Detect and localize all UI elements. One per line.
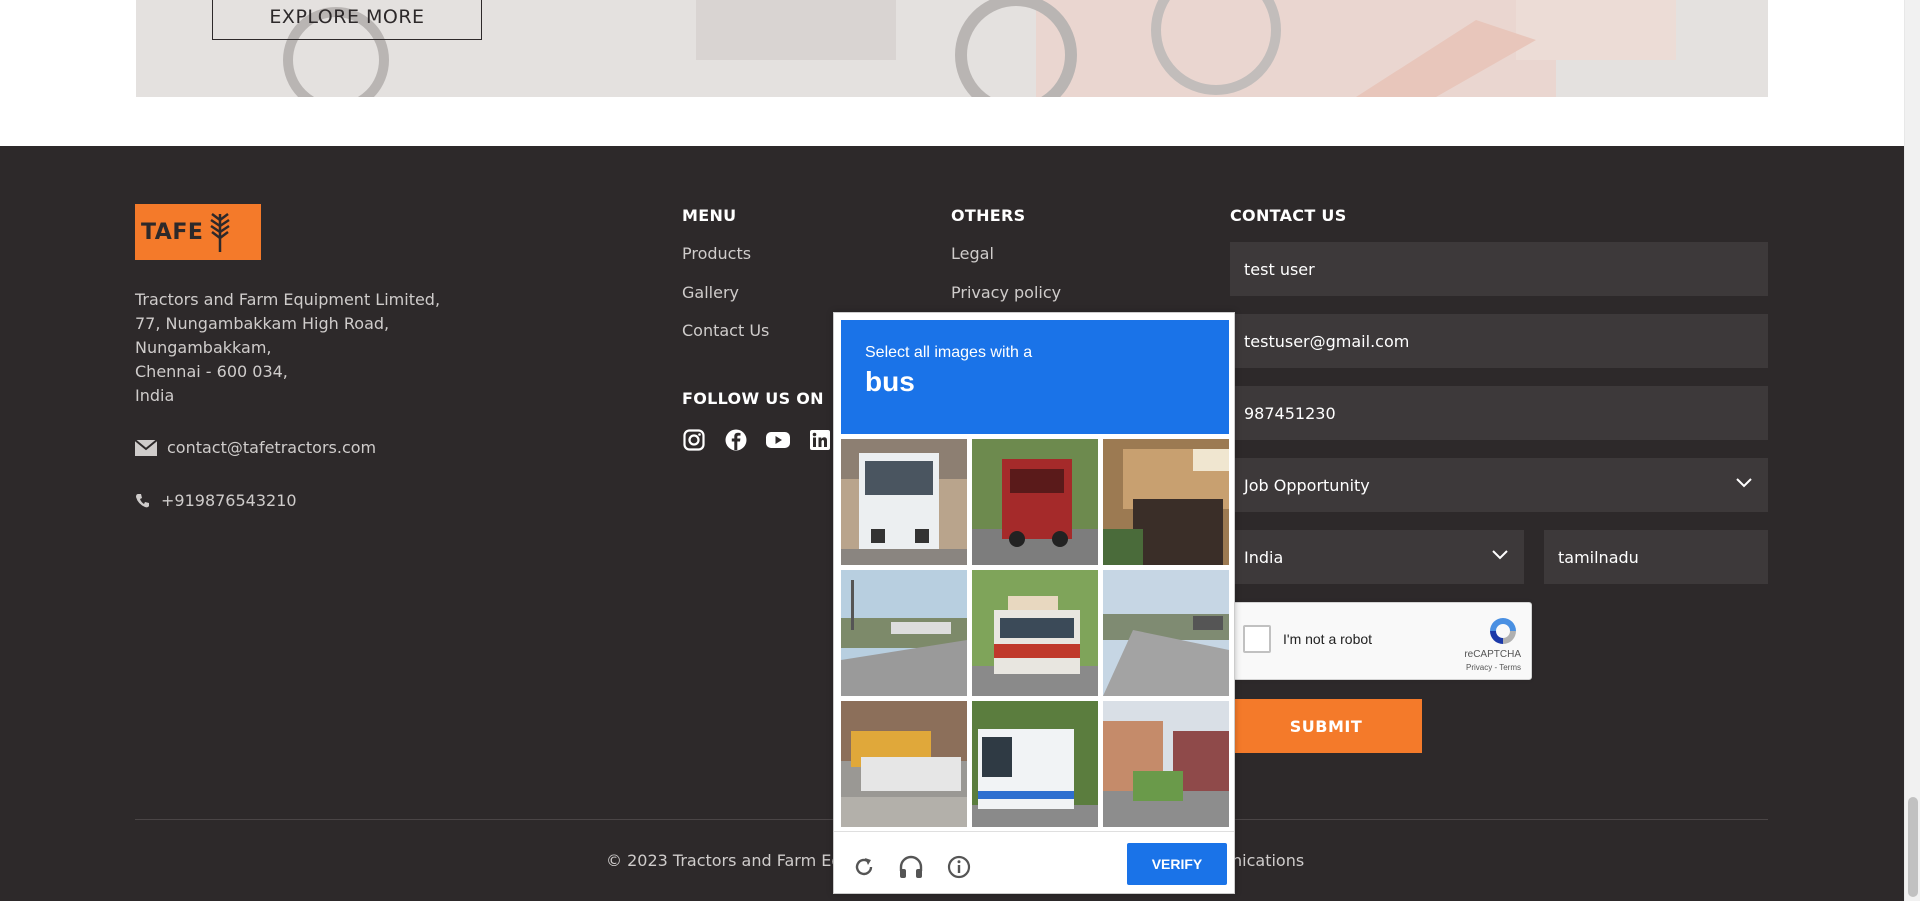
captcha-tile[interactable] [1103,701,1229,827]
address-line: Tractors and Farm Equipment Limited, [135,290,441,309]
name-field-value: test user [1244,259,1315,279]
tafe-logo[interactable]: TAFE [135,204,261,260]
chevron-down-icon [1492,550,1508,560]
state-field[interactable]: tamilnadu [1544,530,1768,584]
recaptcha-logo-icon [1490,618,1516,644]
copyright-text: © 2023 Tractors and Farm Equ [606,851,852,870]
scrollbar-thumb[interactable] [1908,797,1918,897]
email-field[interactable]: testuser@gmail.com [1230,314,1768,368]
recaptcha-label: I'm not a robot [1283,631,1373,647]
captcha-tile[interactable] [1103,570,1229,696]
address-line: India [135,386,175,405]
email-field-value: testuser@gmail.com [1244,331,1410,351]
name-field[interactable]: test user [1230,242,1768,296]
others-link-privacy[interactable]: Privacy policy [951,283,1061,302]
phone-contact[interactable]: +919876543210 [135,491,297,510]
explore-more-button[interactable]: EXPLORE MORE [212,0,482,40]
page-scrollbar[interactable] [1904,0,1920,901]
mail-icon [135,439,157,456]
phone-field-value: 987451230 [1244,403,1336,423]
country-select[interactable]: India [1230,530,1524,584]
others-heading: OTHERS [951,206,1026,225]
captcha-instruction: Select all images with a [865,344,1033,361]
captcha-challenge: Select all images with a bus VERIFY [833,312,1235,894]
verify-button[interactable]: VERIFY [1127,843,1227,885]
submit-button[interactable]: SUBMIT [1230,699,1422,753]
menu-link-contact[interactable]: Contact Us [682,321,769,340]
captcha-tile[interactable] [841,570,967,696]
phone-icon [136,493,149,507]
captcha-footer-divider [834,831,1234,832]
audio-icon[interactable] [897,853,925,881]
address-line: Chennai - 600 034, [135,362,288,381]
country-select-value: India [1244,547,1284,567]
captcha-image-grid [841,439,1229,827]
captcha-tile[interactable] [972,570,1098,696]
state-field-value: tamilnadu [1558,547,1639,567]
chevron-down-icon [1736,478,1752,488]
youtube-icon[interactable] [766,428,790,452]
address-line: Nungambakkam, [135,338,272,357]
linkedin-icon[interactable] [808,428,832,452]
reload-icon[interactable] [850,853,878,881]
recaptcha-brand: reCAPTCHA [1464,649,1521,660]
recaptcha-terms[interactable]: Privacy - Terms [1466,663,1521,672]
captcha-header: Select all images with a bus [841,320,1229,434]
phone-field[interactable]: 987451230 [1230,386,1768,440]
hero-banner: EXPLORE MORE [136,0,1768,97]
recaptcha-widget: I'm not a robot reCAPTCHA Privacy - Term… [1230,602,1532,680]
info-icon[interactable] [945,853,973,881]
phone-link[interactable]: +919876543210 [161,491,297,510]
enquiry-select[interactable]: Job Opportunity [1230,458,1768,512]
enquiry-select-value: Job Opportunity [1244,475,1370,495]
captcha-tile[interactable] [972,701,1098,827]
others-link-legal[interactable]: Legal [951,244,994,263]
email-link[interactable]: contact@tafetractors.com [167,438,376,457]
email-contact[interactable]: contact@tafetractors.com [135,438,376,457]
captcha-tile[interactable] [841,439,967,565]
facebook-icon[interactable] [724,428,748,452]
captcha-tile[interactable] [1103,439,1229,565]
address-line: 77, Nungambakkam High Road, [135,314,390,333]
captcha-tile[interactable] [972,439,1098,565]
follow-heading: FOLLOW US ON [682,389,824,408]
captcha-tile[interactable] [841,701,967,827]
menu-heading: MENU [682,206,737,225]
copyright-text-tail: nications [1232,851,1305,870]
menu-link-gallery[interactable]: Gallery [682,283,739,302]
contact-heading: CONTACT US [1230,206,1347,225]
recaptcha-checkbox[interactable] [1243,625,1271,653]
captcha-target: bus [865,366,915,397]
social-links [682,428,832,452]
company-address: Tractors and Farm Equipment Limited, 77,… [135,288,475,408]
wheat-icon [210,213,231,252]
logo-text: TAFE [141,219,204,245]
menu-link-products[interactable]: Products [682,244,751,263]
instagram-icon[interactable] [682,428,706,452]
